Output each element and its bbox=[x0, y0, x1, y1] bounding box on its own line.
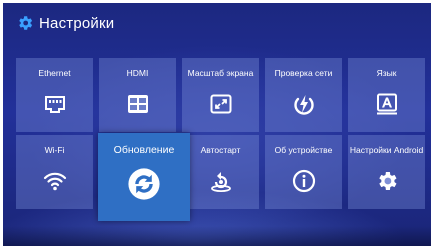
autostart-icon bbox=[210, 172, 231, 192]
tile-screen-scale[interactable]: Масштаб экрана bbox=[182, 58, 259, 132]
background-floor bbox=[3, 226, 431, 246]
tile-label: Автостарт bbox=[200, 145, 241, 155]
screen-scale-icon bbox=[210, 94, 231, 114]
language-icon bbox=[376, 93, 397, 115]
tile-label: Язык bbox=[376, 68, 397, 78]
wifi-icon bbox=[43, 172, 66, 191]
info-icon bbox=[292, 169, 315, 193]
tile-autostart[interactable]: Автостарт bbox=[182, 135, 259, 209]
tile-android-settings[interactable]: Настройки Android bbox=[348, 135, 425, 209]
tile-label: Об устройстве bbox=[274, 145, 333, 155]
tile-label: Масштаб экрана bbox=[187, 68, 254, 78]
tile-language[interactable]: Язык bbox=[348, 58, 425, 132]
hdmi-display-icon bbox=[127, 95, 148, 113]
tile-about-device[interactable]: Об устройстве bbox=[265, 135, 342, 209]
tile-label: Проверка сети bbox=[274, 68, 333, 78]
refresh-icon bbox=[128, 168, 160, 200]
tile-label: Обновление bbox=[113, 144, 175, 156]
tile-hdmi[interactable]: HDMI bbox=[99, 58, 176, 132]
page-title: Настройки bbox=[39, 14, 115, 32]
gear-icon bbox=[378, 172, 396, 190]
tile-ethernet[interactable]: Ethernet bbox=[16, 58, 93, 132]
tile-label: Wi-Fi bbox=[44, 145, 65, 155]
tile-label: Ethernet bbox=[38, 68, 71, 78]
gear-icon bbox=[19, 16, 33, 30]
tile-label: HDMI bbox=[126, 68, 149, 78]
ethernet-port-icon bbox=[44, 96, 65, 113]
header: Настройки bbox=[16, 12, 114, 34]
settings-screen: Настройки Ethernet HDMI Масштаб экрана П… bbox=[3, 3, 431, 246]
network-check-icon bbox=[293, 95, 314, 115]
tile-update[interactable]: Обновление bbox=[98, 133, 190, 221]
tile-network-check[interactable]: Проверка сети bbox=[265, 58, 342, 132]
tile-label: Настройки Android bbox=[349, 145, 424, 155]
tile-wifi[interactable]: Wi-Fi bbox=[16, 135, 93, 209]
